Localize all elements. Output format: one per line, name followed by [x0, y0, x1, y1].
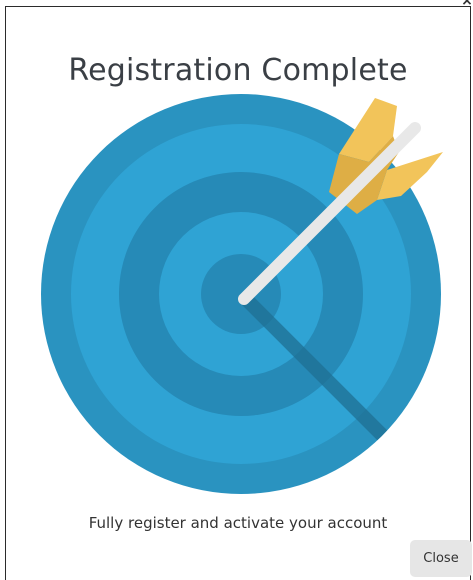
registration-complete-dialog: Registration Complete Fully register and… — [5, 6, 472, 580]
dialog-message: Fully register and activate your account — [88, 514, 388, 532]
dialog-title: Registration Complete — [68, 53, 408, 88]
target-with-arrow-icon — [39, 92, 443, 496]
close-button[interactable]: Close — [410, 540, 472, 577]
